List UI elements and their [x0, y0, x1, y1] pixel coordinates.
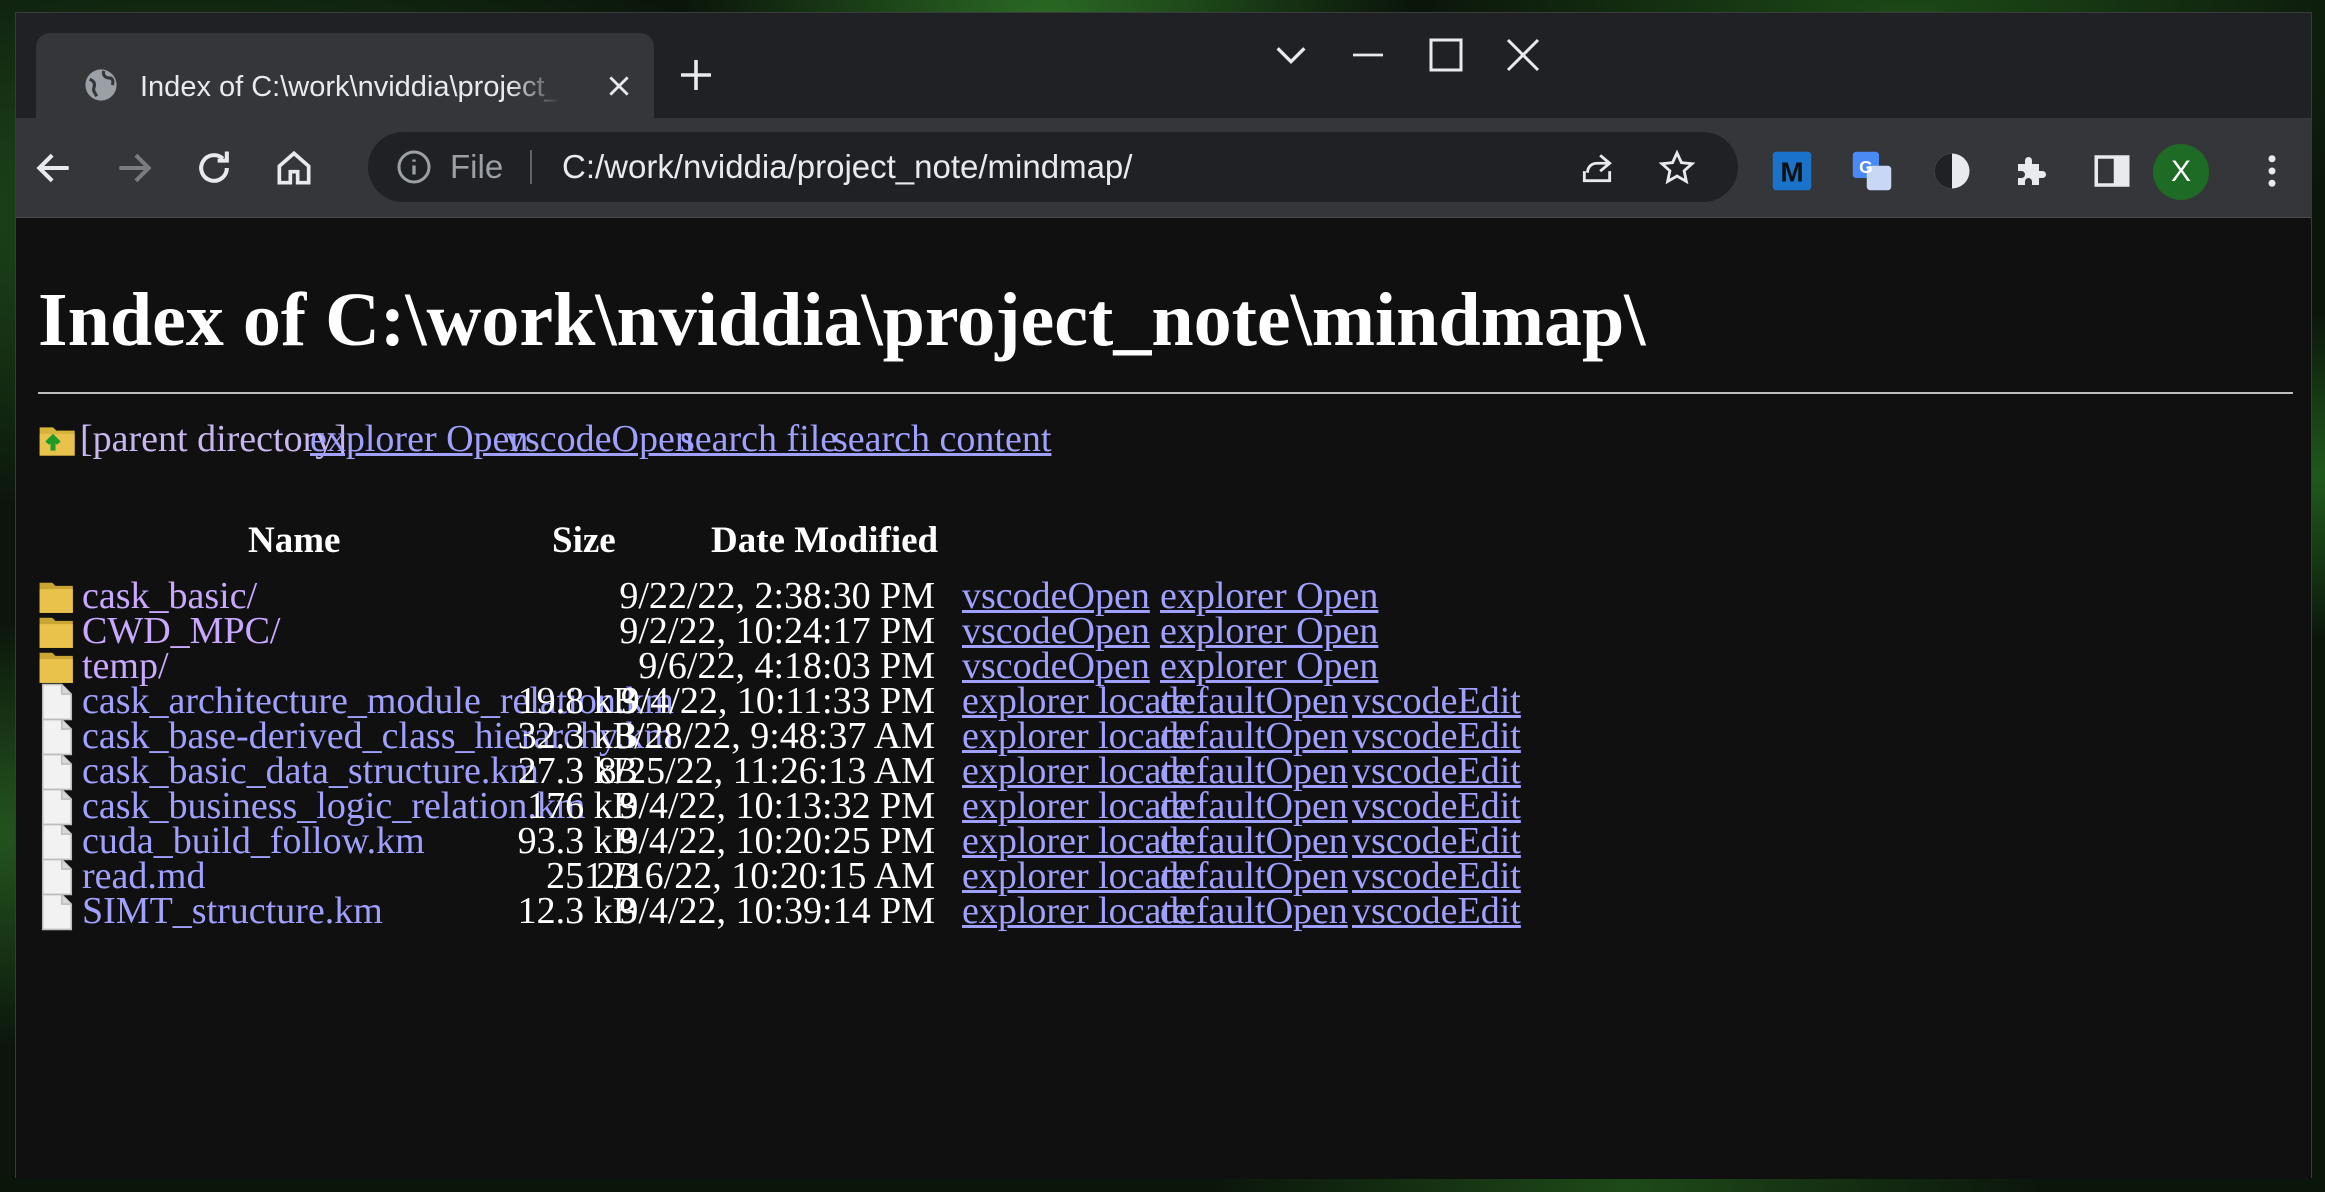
page-content: Index of C:\work\nviddia\project_note\mi… [16, 219, 2311, 1179]
browser-window: Index of C:\work\nviddia\project_note\mi… [15, 12, 2312, 1179]
parent-directory-link[interactable]: [parent directory] [80, 415, 347, 463]
globe-icon [85, 69, 117, 101]
info-icon[interactable] [396, 149, 432, 185]
svg-text:M: M [1780, 157, 1803, 188]
puzzle-icon[interactable] [2011, 150, 2053, 192]
close-icon[interactable] [606, 73, 632, 99]
url-text[interactable]: C:/work/nviddia/project_note/mindmap/ [562, 146, 1132, 188]
entry-date: 9/4/22, 10:39:14 PM [619, 890, 935, 932]
svg-text:G: G [1859, 157, 1873, 177]
tab-title: Index of C:\work\nviddia\project_note\mi… [140, 71, 560, 103]
menu-icon[interactable] [2251, 150, 2293, 192]
home-icon[interactable] [272, 146, 316, 190]
chevron-down-icon[interactable] [1271, 35, 1311, 75]
address-bar[interactable]: File C:/work/nviddia/project_note/mindma… [368, 132, 1738, 202]
omnibox-divider [530, 150, 532, 184]
action-link-2[interactable]: defaultOpen [1160, 886, 1348, 936]
column-header-date: Date Modified [711, 520, 939, 561]
back-icon[interactable] [32, 146, 76, 190]
table-row: SIMT_structure.km 12.3 kB 9/4/22, 10:39:14… [38, 886, 2278, 938]
explorer-open-link[interactable]: explorer Open [310, 415, 528, 463]
vscode-open-link[interactable]: vscodeOpen [506, 415, 703, 463]
active-tab[interactable]: Index of C:\work\nviddia\project_note\mi… [36, 33, 654, 118]
profile-avatar[interactable]: X [2153, 144, 2209, 200]
column-header-size: Size [552, 520, 616, 561]
scheme-label: File [450, 148, 504, 185]
column-header-name: Name [248, 520, 341, 561]
action-link-3[interactable]: vscodeEdit [1352, 886, 1521, 936]
action-link-1[interactable]: explorer locate [962, 886, 1189, 936]
extension-m-icon[interactable]: M [1771, 150, 1813, 192]
toolbar: File C:/work/nviddia/project_note/mindma… [16, 118, 2311, 218]
file-icon [41, 893, 73, 931]
reload-icon[interactable] [192, 146, 236, 190]
entry-name-link[interactable]: SIMT_structure.km [82, 886, 383, 936]
maximize-icon[interactable] [1426, 35, 1466, 75]
contrast-icon[interactable] [1931, 150, 1973, 192]
minimize-icon[interactable] [1348, 35, 1388, 75]
side-panel-icon[interactable] [2091, 150, 2133, 192]
search-file-link[interactable]: search file [680, 415, 847, 463]
folder-up-icon[interactable] [38, 419, 78, 459]
divider [38, 392, 2293, 394]
star-icon[interactable] [1658, 149, 1696, 187]
share-icon[interactable] [1578, 149, 1616, 187]
forward-icon[interactable] [112, 146, 156, 190]
search-content-link[interactable]: search content [833, 415, 1051, 463]
top-links-row: [parent directory] explorer Open vscodeO… [38, 415, 1538, 465]
close-window-icon[interactable] [1503, 35, 1543, 75]
plus-icon[interactable] [678, 57, 714, 93]
title-bar: Index of C:\work\nviddia\project_note\mi… [16, 13, 2311, 118]
page-title: Index of C:\work\nviddia\project_note\mi… [38, 278, 1646, 362]
translate-icon[interactable]: G [1851, 150, 1893, 192]
